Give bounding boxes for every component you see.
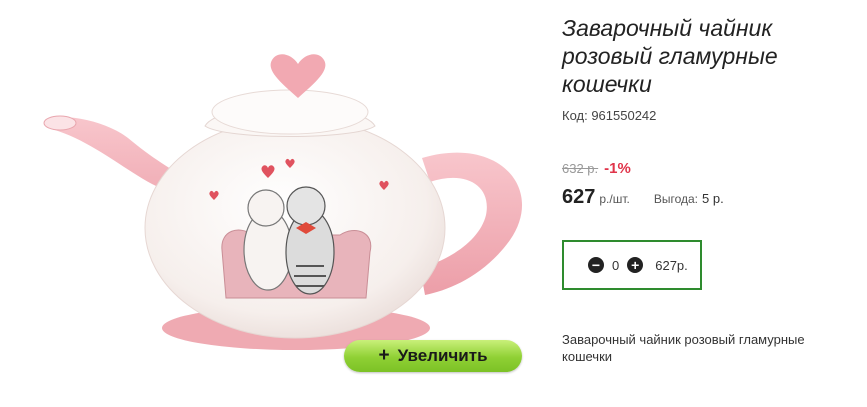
quantity-value: 0	[612, 257, 620, 273]
benefit-value: 5 р.	[702, 191, 724, 206]
discount-badge: -1%	[604, 160, 631, 177]
product-code: Код: 961550242	[562, 108, 657, 123]
benefit-label: Выгода:	[653, 192, 699, 206]
price-row: 627 р./шт. Выгода: 5 р.	[562, 186, 724, 209]
plus-icon: +	[378, 345, 390, 366]
old-price-row: 632 р. -1%	[562, 160, 631, 177]
quantity-total: 627р.	[655, 257, 688, 273]
zoom-label: Увеличить	[397, 346, 488, 365]
lid-top	[211, 89, 369, 135]
old-price: 632 р.	[562, 161, 599, 176]
price-value: 627	[562, 186, 596, 208]
plus-circle-icon[interactable]: +	[627, 257, 644, 273]
product-image[interactable]	[40, 40, 540, 380]
minus-circle-icon[interactable]: −	[588, 257, 604, 273]
zoom-button[interactable]: + Увеличить	[344, 340, 522, 372]
product-description: Заварочный чайник розовый гламурные коше…	[562, 332, 805, 364]
quantity-stepper: − 0 + 627р.	[562, 240, 702, 290]
product-title: Заварочный чайник розовый гламурные коше…	[562, 15, 778, 97]
spout-opening	[43, 115, 77, 131]
price-unit: р./шт.	[599, 192, 630, 206]
